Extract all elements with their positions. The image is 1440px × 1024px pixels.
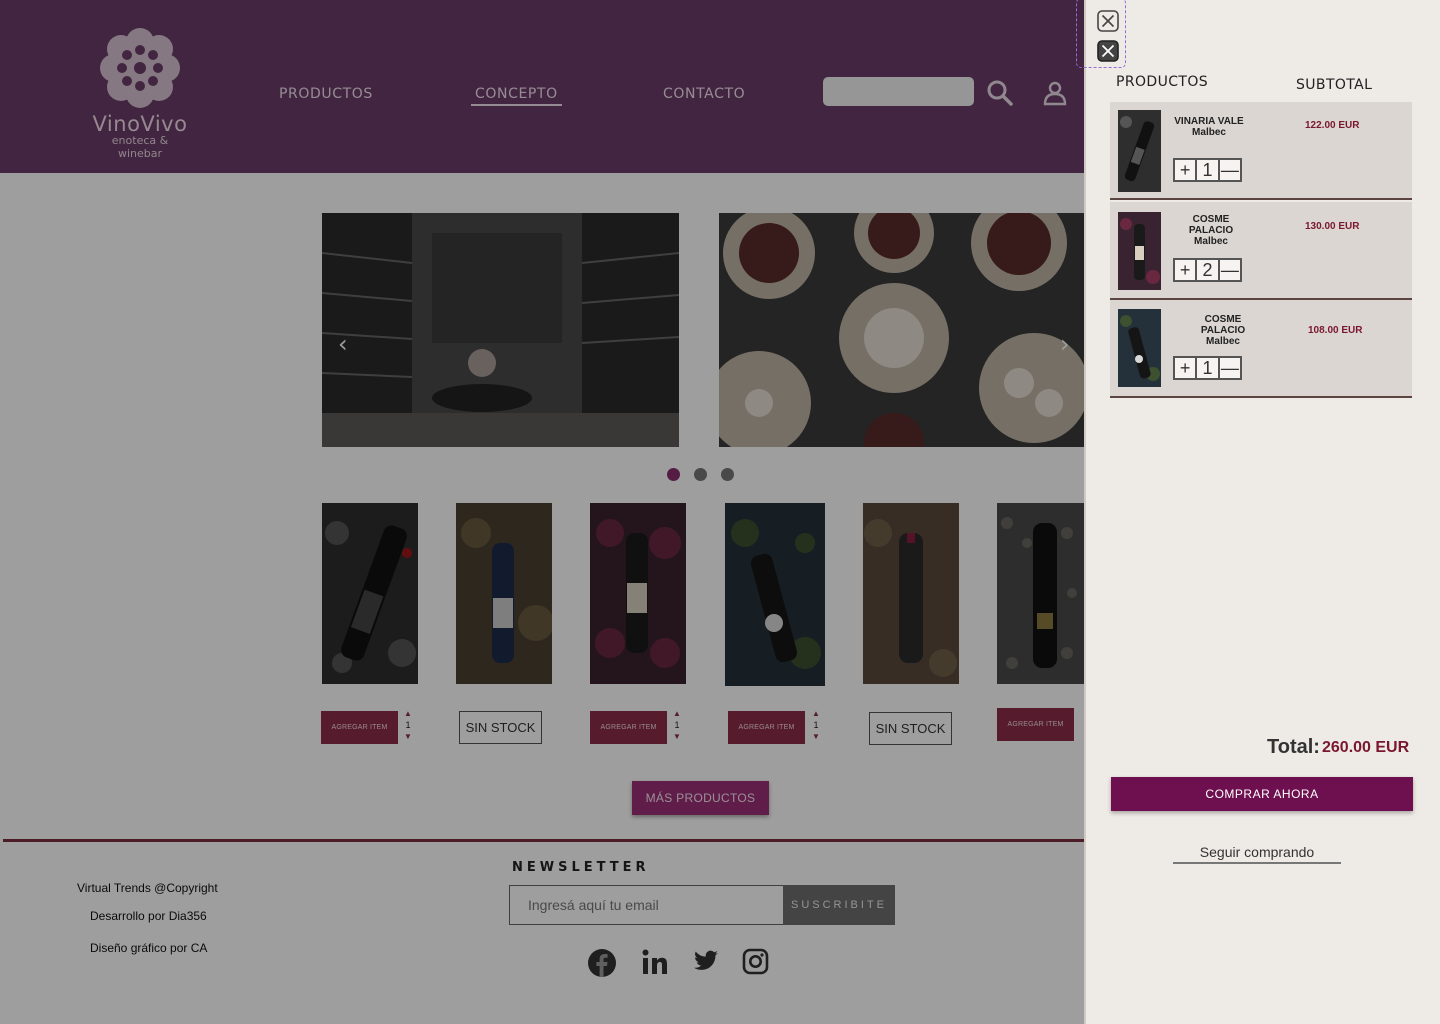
cart-total-value: 260.00 EUR (1322, 739, 1410, 756)
cart-item: COSME PALACIO Malbec 130.00 EUR + 2 — (1110, 202, 1412, 300)
buy-now-button[interactable]: COMPRAR AHORA (1111, 777, 1413, 811)
quantity-stepper: + 1 — (1173, 356, 1242, 380)
plus-icon[interactable]: + (1175, 160, 1198, 180)
modal-overlay[interactable] (0, 0, 1084, 1024)
cart-item-name: COSME PALACIO Malbec (1200, 314, 1246, 347)
cart-item-image (1118, 110, 1161, 192)
cart-column-products: PRODUCTOS (1116, 74, 1209, 90)
minus-icon[interactable]: — (1220, 160, 1240, 180)
cart-item: COSME PALACIO Malbec 108.00 EUR + 1 — (1110, 300, 1412, 398)
quantity-value: 1 (1197, 160, 1220, 180)
cart-drawer: PRODUCTOS SUBTOTAL VINARIA VALE Malbec 12… (1076, 0, 1440, 1024)
cart-item-price: 122.00 EUR (1305, 120, 1360, 131)
cart-item-image (1118, 212, 1161, 294)
minus-icon[interactable]: — (1220, 260, 1240, 280)
minus-icon[interactable]: — (1220, 358, 1240, 378)
plus-icon[interactable]: + (1175, 260, 1198, 280)
cart-item-name: COSME PALACIO Malbec (1188, 214, 1234, 247)
plus-icon[interactable]: + (1175, 358, 1198, 378)
cart-item-image (1118, 309, 1161, 387)
close-icon[interactable] (1097, 10, 1119, 32)
cart-total-label: Total: (1267, 736, 1320, 758)
quantity-value: 2 (1197, 260, 1220, 280)
cart-column-subtotal: SUBTOTAL (1296, 77, 1373, 93)
quantity-value: 1 (1197, 358, 1220, 378)
quantity-stepper: + 2 — (1173, 258, 1242, 282)
quantity-stepper: + 1 — (1173, 158, 1242, 182)
close-icon[interactable] (1097, 40, 1119, 62)
continue-shopping-link[interactable]: Seguir comprando (1173, 844, 1341, 864)
cart-item-price: 130.00 EUR (1305, 221, 1360, 232)
cart-item: VINARIA VALE Malbec 122.00 EUR + 1 — (1110, 102, 1412, 200)
cart-item-price: 108.00 EUR (1308, 325, 1363, 336)
cart-item-name: VINARIA VALE Malbec (1174, 116, 1244, 138)
